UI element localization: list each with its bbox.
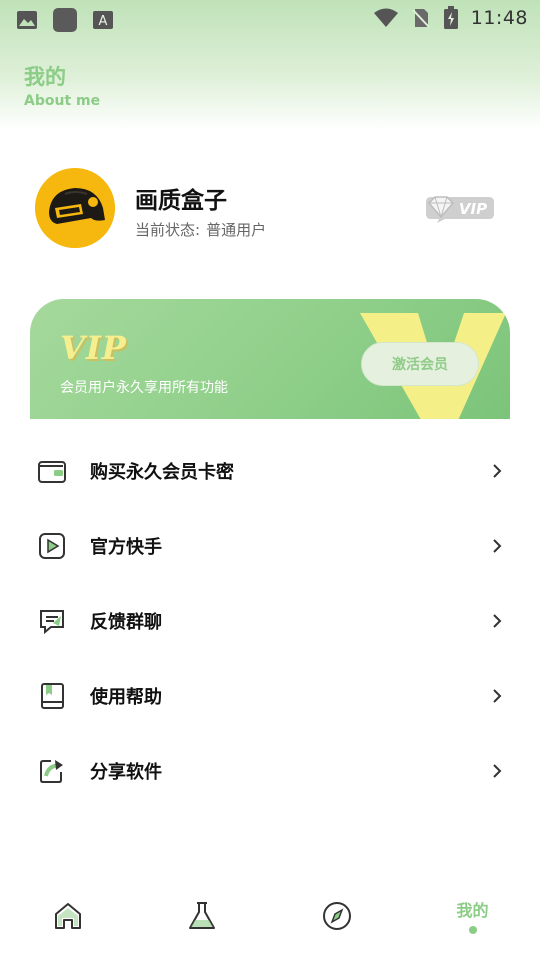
status-time: 11:48 [470,7,528,29]
image-icon [17,11,37,29]
nav-tab-lab[interactable] [135,880,270,960]
chevron-right-icon [493,463,502,478]
nav-tab-mine-label: 我的 [456,901,489,920]
share-icon [40,759,63,783]
menu-item-official-kuaishou[interactable]: 官方快手 [0,508,540,583]
nav-tab-mine[interactable]: 我的 [405,880,540,960]
page-subtitle: About me [24,93,101,109]
page-title: 我的 [24,65,66,89]
home-icon [55,903,81,929]
svg-text:A: A [99,14,108,29]
vip-card: VIP 会员用户永久享用所有功能 激活会员 [30,299,510,419]
wifi-icon [373,8,398,27]
menu-item-label: 反馈群聊 [90,611,162,633]
menu-item-label: 购买永久会员卡密 [90,461,234,483]
nav-tab-discover[interactable] [270,880,405,960]
status-bar: A 11:48 [0,0,540,36]
flask-icon [189,902,215,929]
no-sim-icon [412,9,430,28]
menu-item-label: 官方快手 [90,536,162,558]
chevron-right-icon [493,688,502,703]
nav-tab-home[interactable] [0,880,135,960]
book-icon [41,682,64,709]
status-label: 当前状态: [135,221,201,239]
compass-icon [323,902,351,930]
chevron-right-icon [493,763,502,778]
menu-item-label: 使用帮助 [90,686,162,708]
vip-card-description: 会员用户永久享用所有功能 [60,380,228,396]
active-indicator-dot [468,926,477,934]
menu-item-buy-membership[interactable]: 购买永久会员卡密 [0,433,540,508]
activate-vip-button[interactable]: 激活会员 [361,342,479,386]
vip-card-title: VIP [60,329,127,367]
video-play-icon [39,532,65,559]
status-value: 普通用户 [206,221,267,239]
bottom-nav: 我的 [0,880,540,960]
profile-status: 当前状态: 普通用户 [135,219,266,240]
chat-icon [40,609,64,634]
menu-item-usage-help[interactable]: 使用帮助 [0,658,540,733]
menu-item-share-app[interactable]: 分享软件 [0,733,540,808]
wallet-icon [38,460,66,483]
battery-charging-icon [443,6,458,29]
chevron-right-icon [493,613,502,628]
app-icon [53,8,77,32]
menu-item-label: 分享软件 [90,761,162,783]
chevron-right-icon [493,538,502,553]
helmet-icon [35,168,115,248]
profile-name: 画质盒子 [135,188,227,214]
font-icon: A [93,11,113,29]
vip-badge: VIP [426,196,494,223]
vip-badge-label: VIP [459,200,487,218]
avatar[interactable] [35,168,115,248]
menu-item-feedback-group[interactable]: 反馈群聊 [0,583,540,658]
